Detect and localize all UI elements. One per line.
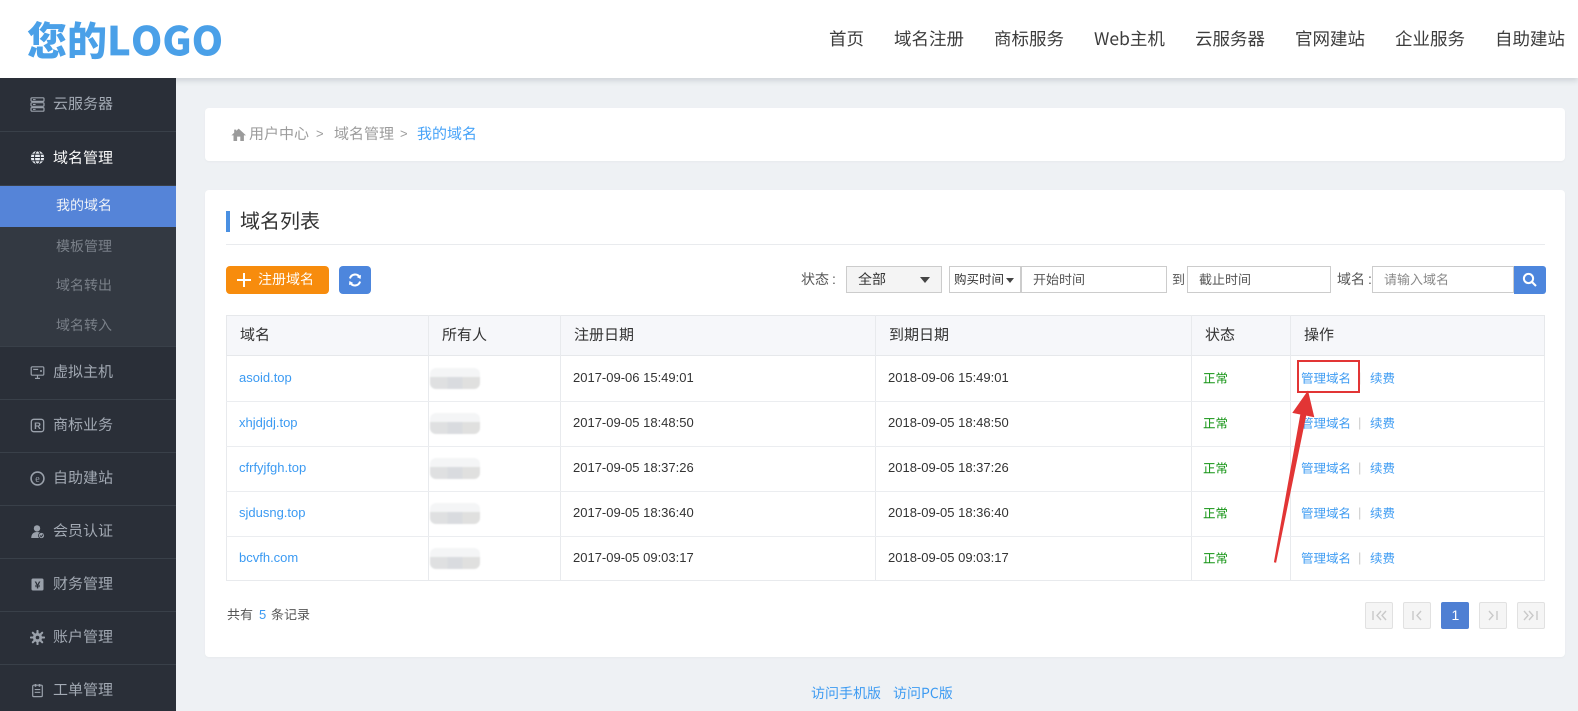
svg-text:e: e <box>35 474 40 485</box>
svg-text:¥: ¥ <box>35 579 41 591</box>
svg-text:R: R <box>34 421 41 432</box>
